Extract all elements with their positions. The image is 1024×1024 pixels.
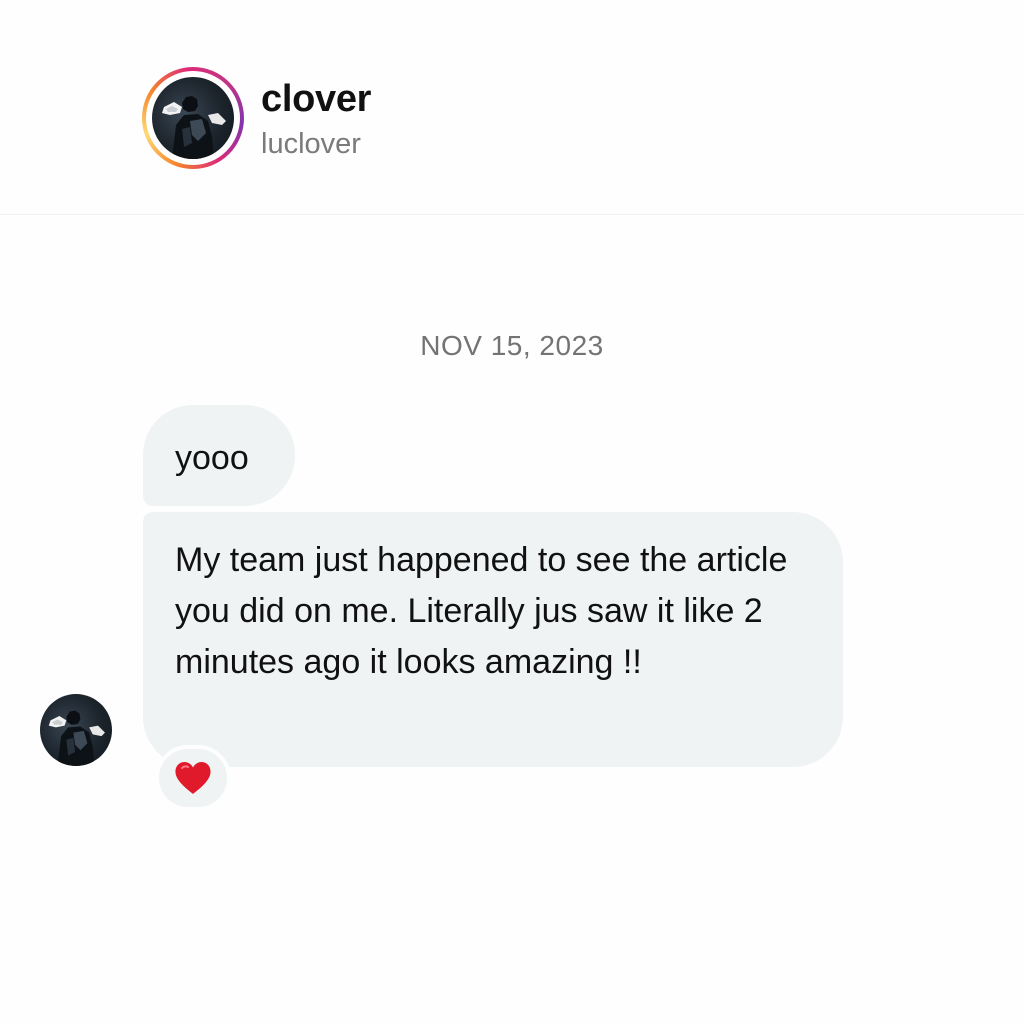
- message-bubble[interactable]: yooo: [143, 405, 295, 506]
- conversation-header: clover luclover: [0, 0, 1024, 215]
- story-ring[interactable]: [142, 67, 244, 169]
- profile-display-name[interactable]: clover: [261, 78, 371, 121]
- heart-icon: [175, 762, 211, 794]
- message-reaction[interactable]: [155, 745, 231, 811]
- profile-photo-icon: [162, 96, 226, 159]
- date-divider: NOV 15, 2023: [420, 330, 604, 361]
- profile-username[interactable]: luclover: [261, 128, 361, 161]
- profile-avatar[interactable]: [152, 77, 234, 159]
- dm-thread: clover luclover NOV 15, 2023 yooo My tea…: [0, 0, 1024, 1024]
- profile-photo-icon: [48, 710, 105, 766]
- message-text: My team just happened to see the article…: [175, 541, 788, 681]
- message-bubble[interactable]: My team just happened to see the article…: [143, 512, 843, 767]
- message-text: yooo: [175, 439, 249, 477]
- sender-avatar[interactable]: [40, 694, 112, 766]
